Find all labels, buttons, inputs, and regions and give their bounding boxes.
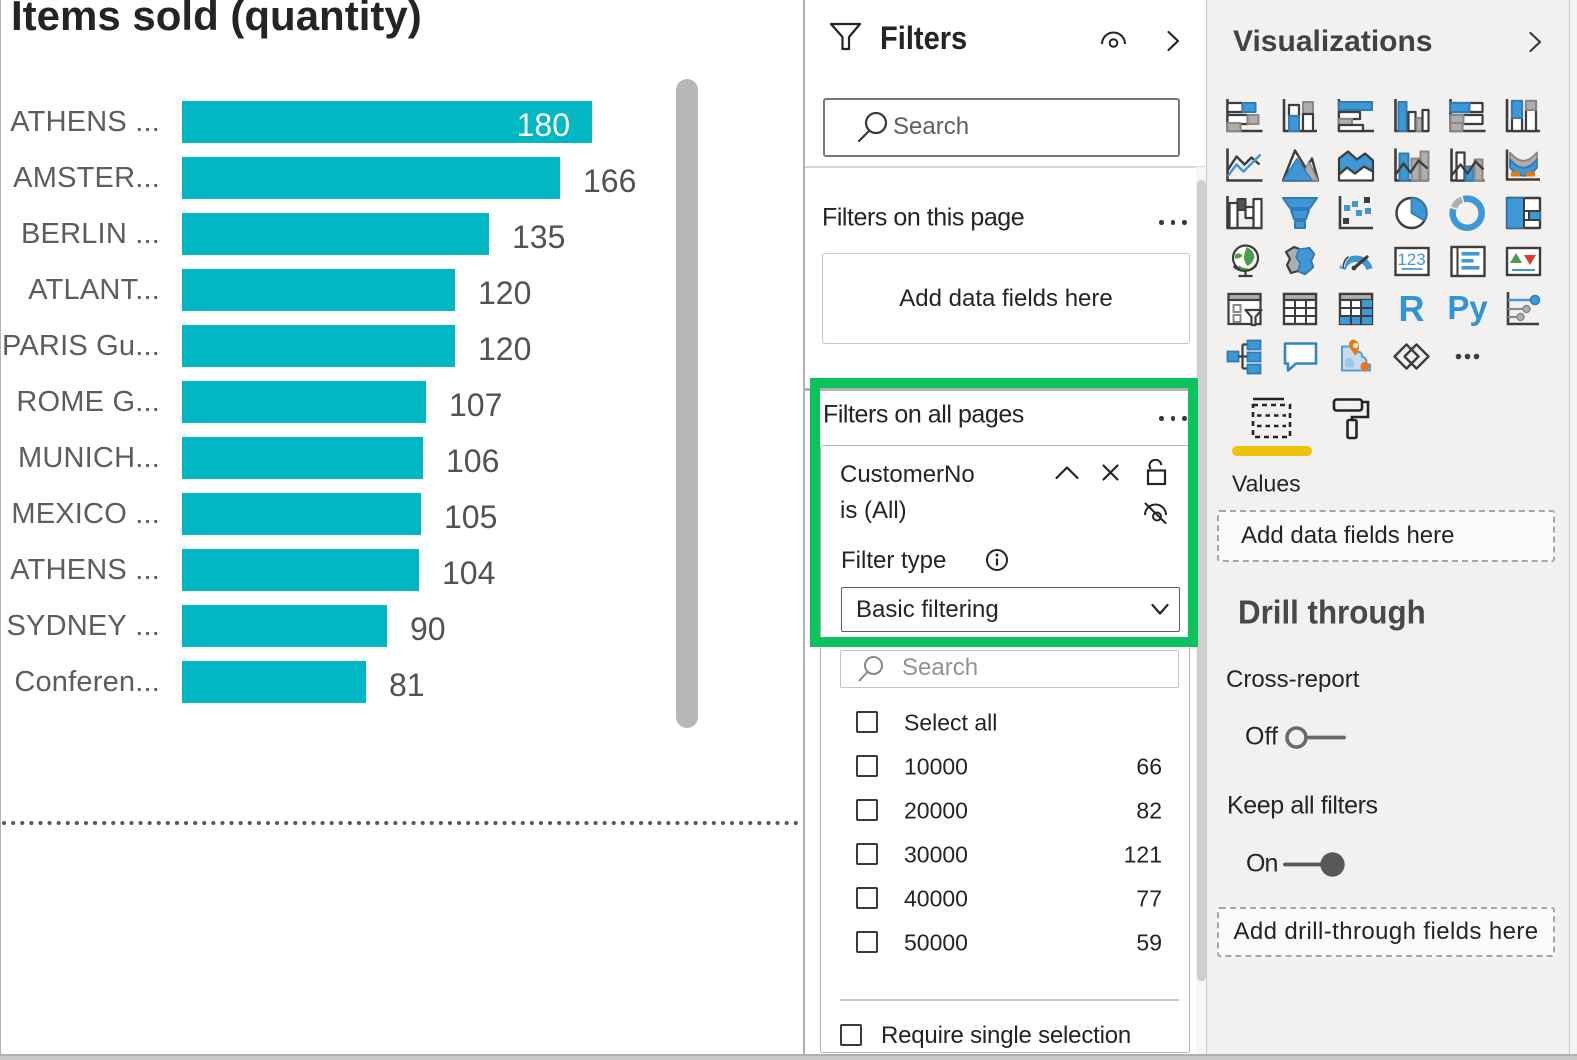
- svg-text:R: R: [1399, 288, 1425, 329]
- svg-text:Py: Py: [1447, 289, 1488, 326]
- svg-text:123: 123: [1397, 250, 1425, 269]
